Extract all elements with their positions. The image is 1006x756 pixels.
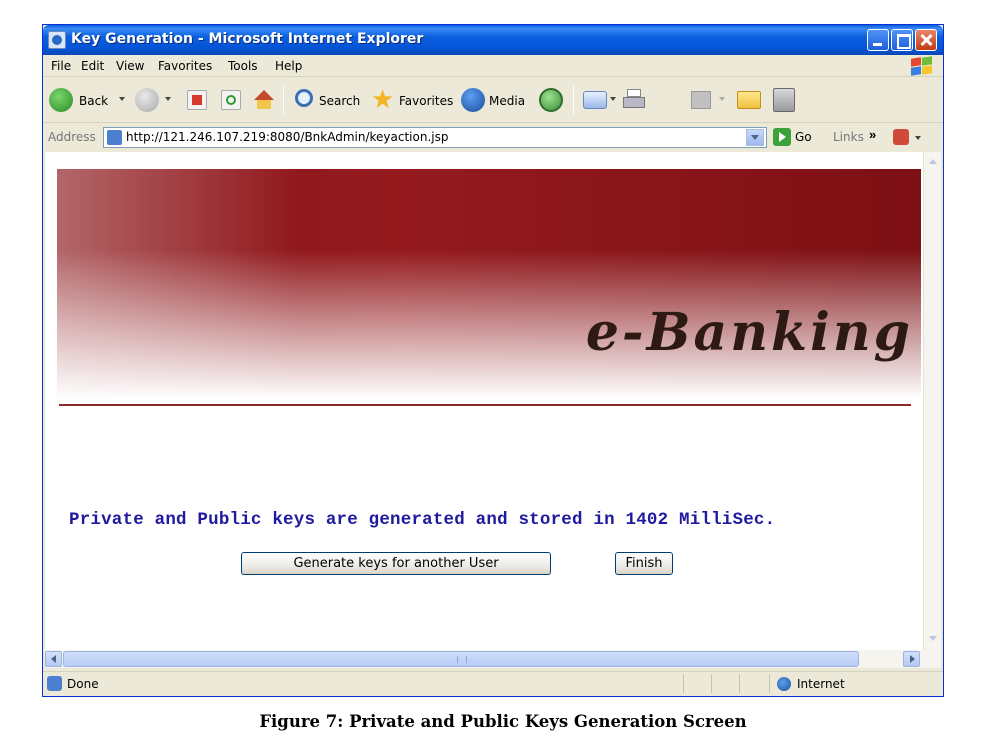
finish-button[interactable]: Finish xyxy=(615,552,673,575)
address-url[interactable]: http://121.246.107.219:8080/BnkAdmin/key… xyxy=(126,130,448,144)
status-pane xyxy=(683,674,709,693)
address-dropdown-button[interactable] xyxy=(746,129,764,146)
status-text: Done xyxy=(67,677,99,691)
internet-globe-icon xyxy=(777,677,791,691)
browser-window: Key Generation - Microsoft Internet Expl… xyxy=(42,24,944,697)
scroll-up-icon[interactable] xyxy=(925,154,941,170)
refresh-icon[interactable] xyxy=(221,90,241,110)
page-icon xyxy=(107,130,122,145)
print-icon[interactable] xyxy=(623,89,647,111)
menu-tools[interactable]: Tools xyxy=(228,59,258,73)
windows-logo-icon xyxy=(909,56,935,76)
brand-title: e-Banking xyxy=(585,302,913,363)
scroll-left-icon[interactable] xyxy=(45,651,62,667)
generate-keys-button[interactable]: Generate keys for another User xyxy=(241,552,551,575)
go-arrow-icon[interactable] xyxy=(773,128,791,146)
menu-bar: File Edit View Favorites Tools Help xyxy=(43,55,943,77)
status-pane xyxy=(739,674,765,693)
address-bar: Address http://121.246.107.219:8080/BnkA… xyxy=(43,124,943,150)
back-label[interactable]: Back xyxy=(79,94,108,108)
window-title: Key Generation - Microsoft Internet Expl… xyxy=(71,31,424,47)
mail-icon[interactable] xyxy=(583,91,607,109)
figure-caption: Figure 7: Private and Public Keys Genera… xyxy=(259,712,747,731)
title-bar[interactable]: Key Generation - Microsoft Internet Expl… xyxy=(43,25,943,55)
toolbar-extra-dropdown-icon[interactable] xyxy=(915,136,921,140)
mail-dropdown-icon[interactable] xyxy=(610,97,616,101)
media-label[interactable]: Media xyxy=(489,94,525,108)
toolbar-extra-icon[interactable] xyxy=(893,129,909,145)
back-dropdown-icon[interactable] xyxy=(119,97,125,101)
forward-dropdown-icon[interactable] xyxy=(165,97,171,101)
go-button-label[interactable]: Go xyxy=(795,130,812,144)
banner-divider xyxy=(59,404,911,406)
menu-edit[interactable]: Edit xyxy=(81,59,104,73)
page-done-icon xyxy=(47,676,62,691)
home-icon[interactable] xyxy=(253,89,275,111)
address-input[interactable]: http://121.246.107.219:8080/BnkAdmin/key… xyxy=(103,127,767,148)
address-label: Address xyxy=(48,130,96,144)
favorites-star-icon[interactable]: ★ xyxy=(371,86,394,112)
banner-image xyxy=(57,169,921,399)
status-bar: Done Internet xyxy=(43,671,943,695)
favorites-label[interactable]: Favorites xyxy=(399,94,453,108)
discuss-folder-icon[interactable] xyxy=(737,91,761,109)
standard-toolbar: Back Search ★ Favorites Media xyxy=(43,78,943,123)
zone-pane xyxy=(769,674,943,693)
vertical-scrollbar[interactable] xyxy=(923,152,941,650)
scroll-right-icon[interactable] xyxy=(903,651,920,667)
menu-help[interactable]: Help xyxy=(275,59,302,73)
status-message: Private and Public keys are generated an… xyxy=(69,510,776,530)
stop-icon[interactable] xyxy=(187,90,207,110)
security-zone-label: Internet xyxy=(797,677,845,691)
close-button[interactable] xyxy=(915,29,937,51)
search-icon[interactable] xyxy=(295,89,313,107)
toolbar-separator xyxy=(573,86,574,114)
minimize-button[interactable] xyxy=(867,29,889,51)
media-icon[interactable] xyxy=(461,88,485,112)
status-pane xyxy=(711,674,737,693)
menu-file[interactable]: File xyxy=(51,59,71,73)
page-content: e-Banking Private and Public keys are ge… xyxy=(45,152,923,650)
research-icon[interactable] xyxy=(773,88,795,112)
ie-page-icon xyxy=(48,31,66,49)
scroll-down-icon[interactable] xyxy=(925,630,941,646)
scroll-grip-icon xyxy=(457,656,467,663)
search-label[interactable]: Search xyxy=(319,94,360,108)
horizontal-scroll-thumb[interactable] xyxy=(63,651,859,667)
edit-dropdown-icon[interactable] xyxy=(719,97,725,101)
menu-view[interactable]: View xyxy=(116,59,144,73)
links-chevron-icon[interactable]: » xyxy=(869,127,876,142)
forward-arrow-icon[interactable] xyxy=(135,88,159,112)
links-label[interactable]: Links xyxy=(833,130,864,144)
menu-favorites[interactable]: Favorites xyxy=(158,59,212,73)
history-icon[interactable] xyxy=(539,88,563,112)
edit-icon[interactable] xyxy=(691,91,711,109)
horizontal-scrollbar[interactable] xyxy=(45,650,941,668)
maximize-button[interactable] xyxy=(891,29,913,51)
back-arrow-icon[interactable] xyxy=(49,88,73,112)
toolbar-separator xyxy=(283,86,284,114)
